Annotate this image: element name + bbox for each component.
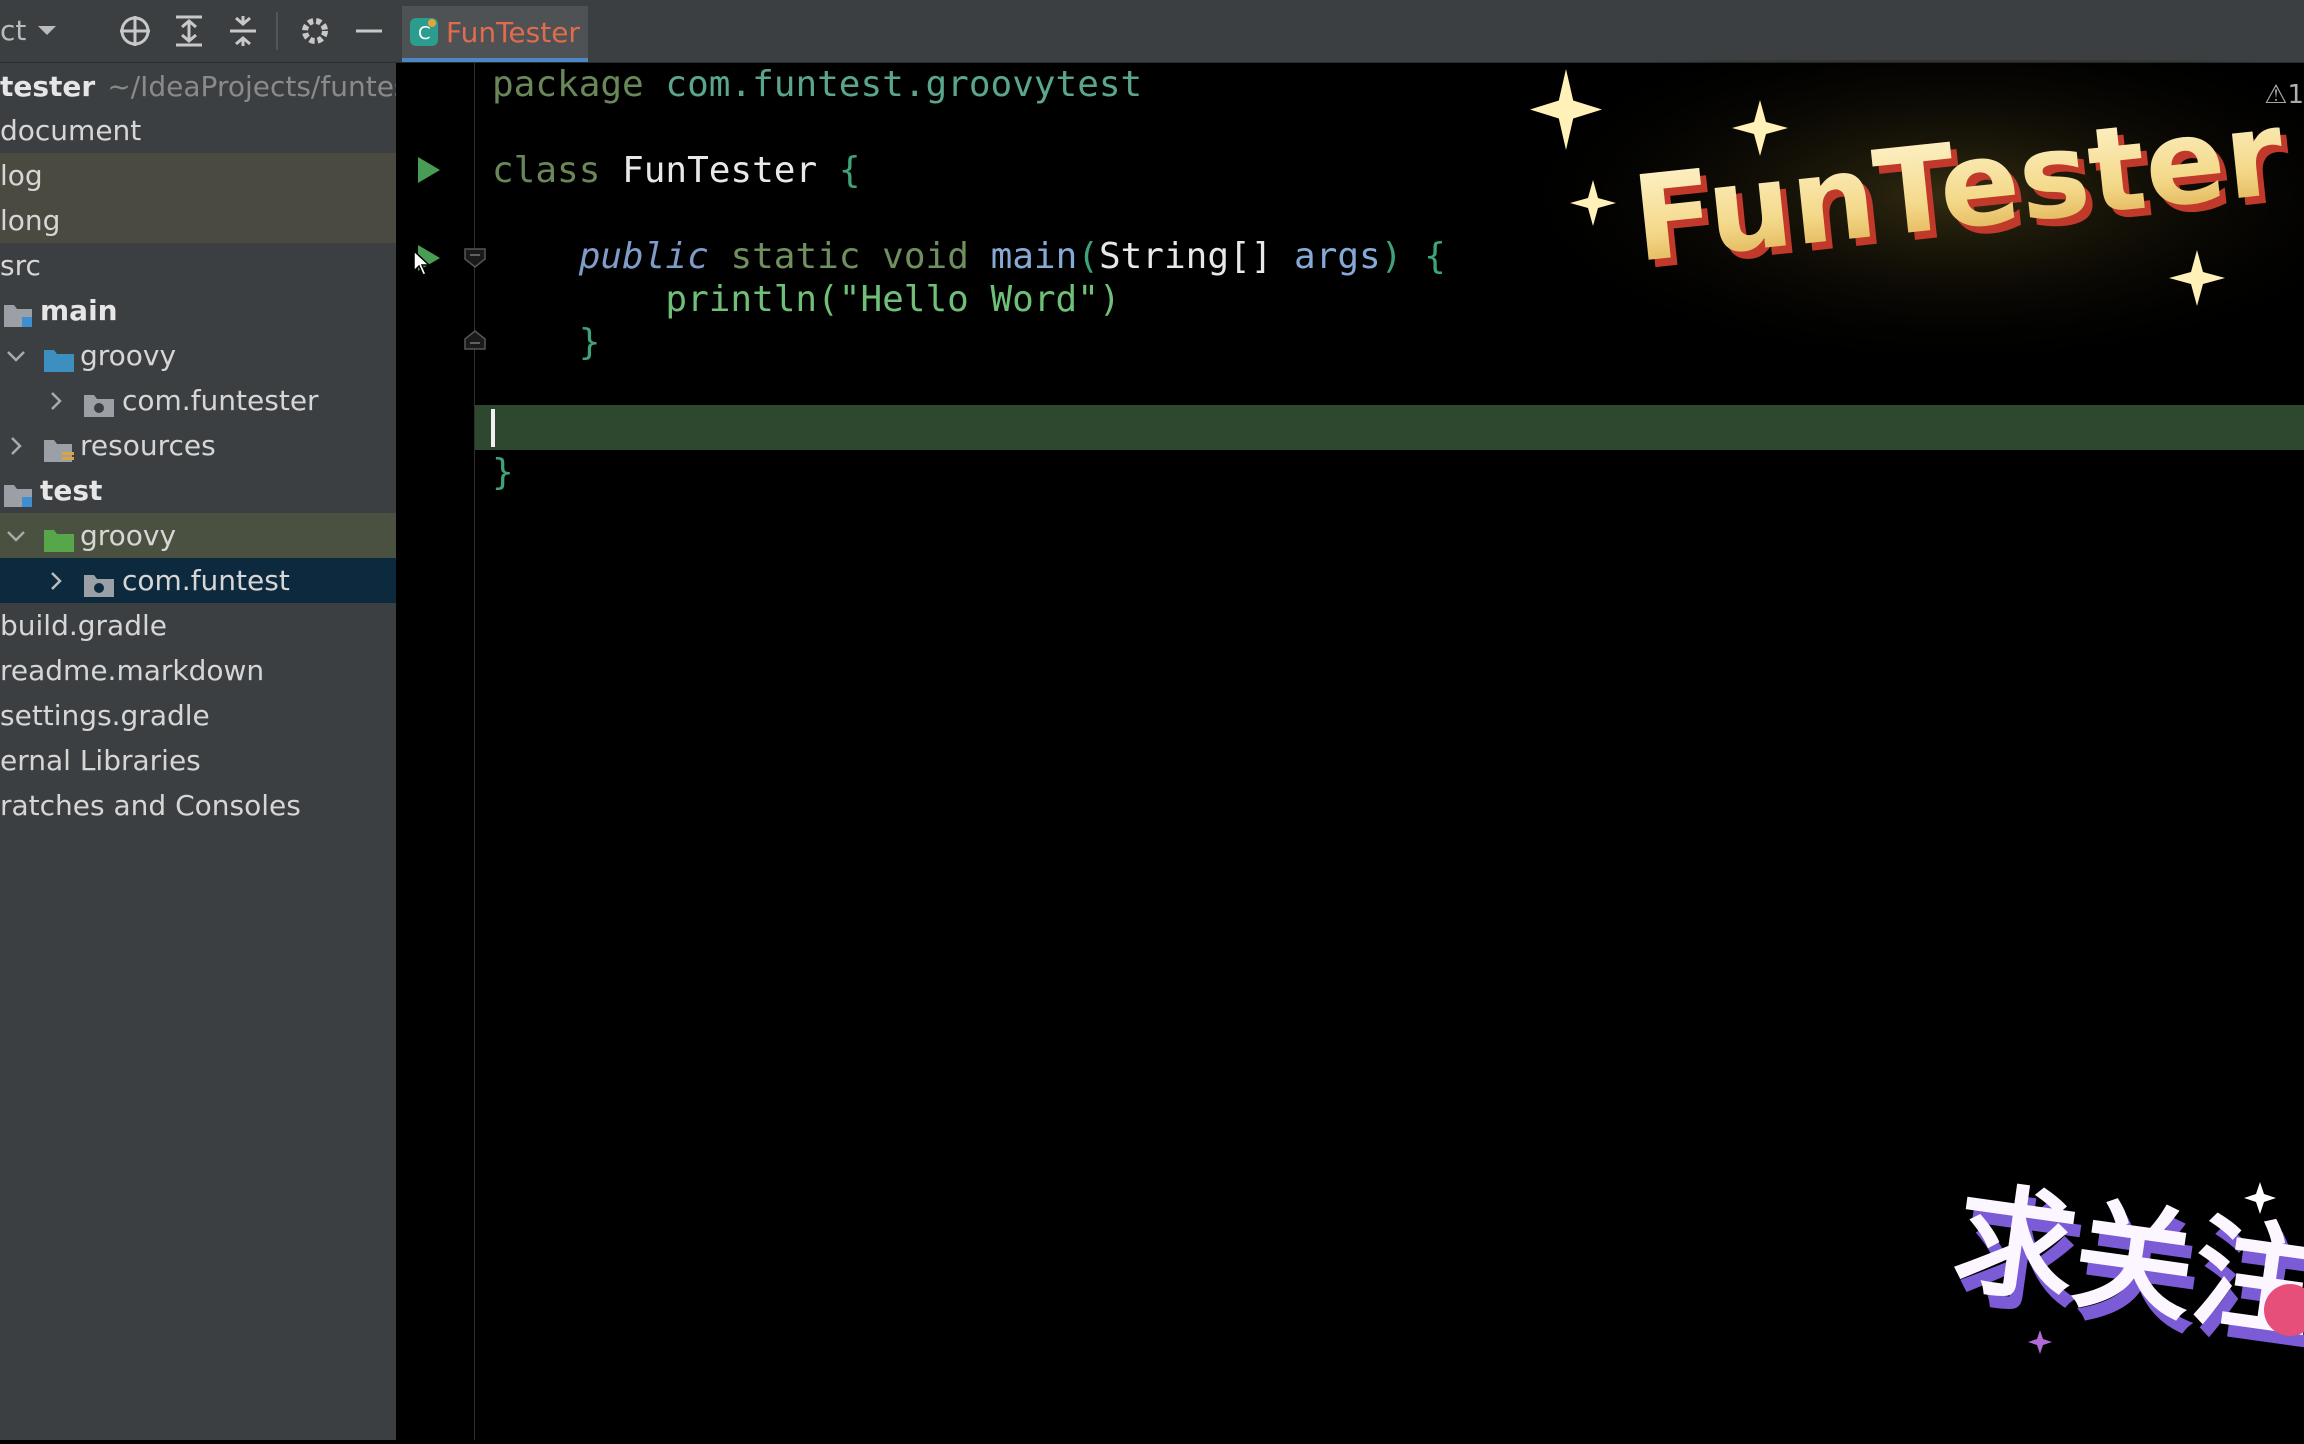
code-line-6: println("Hello Word") xyxy=(492,278,1121,321)
tree-item-log[interactable]: log xyxy=(0,153,396,198)
tree-item-label: log xyxy=(0,159,43,192)
tree-item-label: groovy xyxy=(80,519,177,552)
keyword: public xyxy=(578,236,709,277)
brace: { xyxy=(1424,236,1446,277)
tree-item-main[interactable]: main xyxy=(0,288,396,333)
tree-item-label: readme.markdown xyxy=(0,654,265,687)
tree-item-document[interactable]: document xyxy=(0,108,396,153)
brace: } xyxy=(578,322,601,363)
source-folder-icon xyxy=(44,342,76,372)
expand-all-icon[interactable] xyxy=(170,12,208,50)
tree-item-label: groovy xyxy=(80,339,177,372)
project-panel: ct tester ~/IdeaProjects/funtes document … xyxy=(0,0,396,1440)
code-line-3: class FunTester { xyxy=(492,149,861,192)
text-caret xyxy=(491,409,495,447)
tab-label: FunTester xyxy=(446,16,580,49)
editor-tab-bar: C FunTester xyxy=(396,0,2304,63)
tree-item-external-libraries[interactable]: ernal Libraries xyxy=(0,738,396,783)
brace: { xyxy=(838,150,861,191)
keyword: package xyxy=(492,64,644,105)
test-folder-icon xyxy=(44,522,76,552)
collapse-all-icon[interactable] xyxy=(224,12,262,50)
class-name: FunTester xyxy=(622,150,818,191)
package-icon xyxy=(84,567,116,597)
tree-item-label: settings.gradle xyxy=(0,699,210,732)
tree-item-settings-gradle[interactable]: settings.gradle xyxy=(0,693,396,738)
parameter-name: args xyxy=(1294,236,1381,277)
tree-item-label: resources xyxy=(80,429,216,462)
code-line-7: } xyxy=(492,321,601,364)
string-literal: ("Hello Word") xyxy=(817,279,1121,320)
chevron-down-icon[interactable] xyxy=(36,14,58,48)
tree-item-readme[interactable]: readme.markdown xyxy=(0,648,396,693)
resources-folder-icon xyxy=(44,432,76,462)
keyword: void xyxy=(882,236,969,277)
brace: } xyxy=(492,452,514,493)
type-name: String[] xyxy=(1098,236,1273,277)
tree-item-label: main xyxy=(40,294,118,327)
svg-text:C: C xyxy=(418,23,431,44)
follow-sticker: 求关注 求关注 xyxy=(1930,1160,2304,1440)
funtester-banner-sticker: FunTester FunTester xyxy=(1530,60,2304,360)
groovy-class-icon: C xyxy=(410,18,438,46)
chevron-down-icon[interactable] xyxy=(4,513,28,558)
locate-icon[interactable] xyxy=(116,12,154,50)
tree-item-label: document xyxy=(0,114,142,147)
tree-item-long[interactable]: long xyxy=(0,198,396,243)
chevron-right-icon[interactable] xyxy=(44,558,68,603)
tree-item-scratches[interactable]: ratches and Consoles xyxy=(0,783,396,828)
run-class-icon[interactable] xyxy=(416,155,442,189)
tree-item-label: com.funtest xyxy=(122,564,290,597)
project-path-hint: ~/IdeaProjects/funtes xyxy=(107,70,396,103)
editor-gutter xyxy=(396,63,486,1440)
code-line-10: } xyxy=(492,451,514,494)
tree-item-label: ratches and Consoles xyxy=(0,789,301,822)
tree-item-label: com.funtester xyxy=(122,384,319,417)
module-folder-icon xyxy=(4,297,36,327)
tree-item-test[interactable]: test xyxy=(0,468,396,513)
tree-item-label: build.gradle xyxy=(0,609,167,642)
minimize-icon[interactable] xyxy=(350,12,388,50)
keyword: static xyxy=(730,236,861,277)
tree-item-groovy-main[interactable]: groovy xyxy=(0,333,396,378)
tree-item-com-funtest[interactable]: com.funtest xyxy=(0,558,396,603)
method-call: println xyxy=(665,279,818,320)
tab-funtester[interactable]: C FunTester xyxy=(402,6,588,62)
tree-item-label: long xyxy=(0,204,61,237)
tree-item-com-funtester[interactable]: com.funtester xyxy=(0,378,396,423)
tree-item-label: tester xyxy=(0,70,96,103)
chevron-right-icon[interactable] xyxy=(44,378,68,423)
gear-icon[interactable] xyxy=(296,12,334,50)
tree-item-resources[interactable]: resources xyxy=(0,423,396,468)
tree-item-label: src xyxy=(0,249,41,282)
project-toolbar: ct xyxy=(0,0,396,63)
mouse-pointer-icon xyxy=(410,249,434,283)
tree-item-src[interactable]: src xyxy=(0,243,396,288)
toolbar-separator xyxy=(276,12,278,50)
tree-item-label: test xyxy=(40,474,103,507)
code-line-5: public static void main(String[] args) { xyxy=(492,235,1446,278)
tree-item-label: ernal Libraries xyxy=(0,744,201,777)
project-view-title[interactable]: ct xyxy=(0,14,26,47)
chevron-right-icon[interactable] xyxy=(4,423,28,468)
package-name: com.funtest.groovytest xyxy=(665,64,1143,105)
paren: ( xyxy=(1077,236,1099,277)
tree-item-groovy-test[interactable]: groovy xyxy=(0,513,396,558)
paren: ) xyxy=(1380,236,1403,277)
tree-item-project-root[interactable]: tester ~/IdeaProjects/funtes xyxy=(0,64,396,109)
package-icon xyxy=(84,387,116,417)
chevron-down-icon[interactable] xyxy=(4,333,28,378)
keyword: class xyxy=(492,150,601,191)
module-folder-icon xyxy=(4,477,36,507)
method-name: main xyxy=(990,236,1078,277)
tree-item-build-gradle[interactable]: build.gradle xyxy=(0,603,396,648)
code-line-1: package com.funtest.groovytest xyxy=(492,63,1142,106)
